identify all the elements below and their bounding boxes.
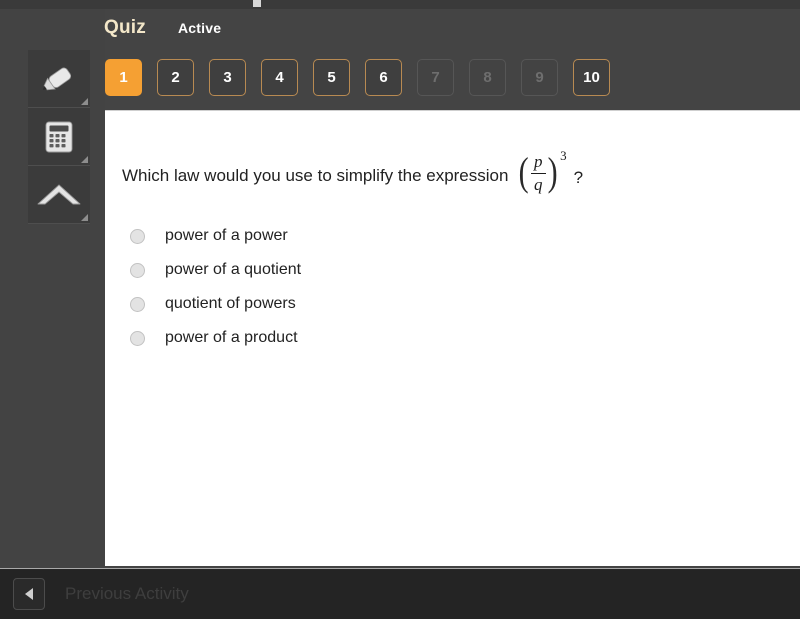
top-chrome-nub [253, 0, 261, 7]
status-badge: Active [177, 20, 222, 36]
eraser-icon [35, 180, 83, 210]
page-title: Quiz [104, 17, 146, 38]
highlighter-icon [39, 64, 79, 94]
answer-options: power of a power power of a quotient quo… [130, 219, 301, 355]
radio-button[interactable] [130, 296, 145, 312]
top-chrome-strip [0, 0, 800, 9]
question-prompt: Which law would you use to simplify the … [122, 146, 584, 194]
answer-option-1[interactable]: power of a power [130, 219, 301, 253]
left-paren: ( [519, 149, 530, 194]
answer-option-label: power of a quotient [165, 261, 302, 278]
tool-corner-marker [81, 156, 88, 163]
math-expression: ( p q ) 3 [517, 148, 567, 197]
calculator-tool[interactable] [28, 108, 90, 166]
highlighter-tool[interactable] [28, 50, 90, 108]
tool-corner-marker [81, 214, 88, 221]
fraction: p q [530, 150, 547, 197]
question-button-7: 7 [417, 59, 454, 96]
question-button-2[interactable]: 2 [157, 59, 194, 96]
question-number-nav: 1 2 3 4 5 6 7 8 9 10 [105, 59, 610, 96]
tool-rail [28, 50, 90, 224]
answer-option-label: power of a power [165, 227, 288, 244]
radio-button[interactable] [130, 228, 145, 244]
radio-button[interactable] [130, 262, 145, 278]
question-button-3[interactable]: 3 [209, 59, 246, 96]
radio-button[interactable] [130, 330, 145, 346]
quiz-app: Quiz Active 1 2 3 4 5 6 7 8 9 10 Which l… [0, 0, 800, 619]
bottom-bar: Previous Activity [0, 568, 800, 619]
question-button-6[interactable]: 6 [365, 59, 402, 96]
answer-option-label: power of a product [165, 329, 298, 346]
answer-option-label: quotient of powers [165, 295, 296, 312]
right-paren: ) [547, 149, 558, 194]
fraction-denominator: q [534, 174, 543, 194]
fraction-bar [530, 172, 546, 174]
question-mark: ? [573, 168, 584, 188]
quiz-header: Quiz Active [104, 14, 221, 42]
previous-activity-button [13, 578, 45, 610]
question-button-5[interactable]: 5 [313, 59, 350, 96]
answer-option-2[interactable]: power of a quotient [130, 253, 301, 287]
answer-option-4[interactable]: power of a product [130, 321, 301, 355]
tool-corner-marker [81, 98, 88, 105]
question-text: Which law would you use to simplify the … [122, 166, 509, 185]
question-button-1[interactable]: 1 [105, 59, 142, 96]
answer-option-3[interactable]: quotient of powers [130, 287, 301, 321]
question-button-9: 9 [521, 59, 558, 96]
arrow-left-icon [25, 588, 33, 600]
question-button-8: 8 [469, 59, 506, 96]
eraser-tool[interactable] [28, 166, 90, 224]
question-button-4[interactable]: 4 [261, 59, 298, 96]
question-panel: Which law would you use to simplify the … [105, 110, 800, 566]
previous-activity-control: Previous Activity [13, 578, 189, 610]
previous-activity-label: Previous Activity [65, 584, 189, 603]
question-button-10[interactable]: 10 [573, 59, 610, 96]
fraction-numerator: p [534, 152, 543, 171]
calculator-icon [43, 120, 75, 154]
exponent: 3 [560, 148, 567, 163]
